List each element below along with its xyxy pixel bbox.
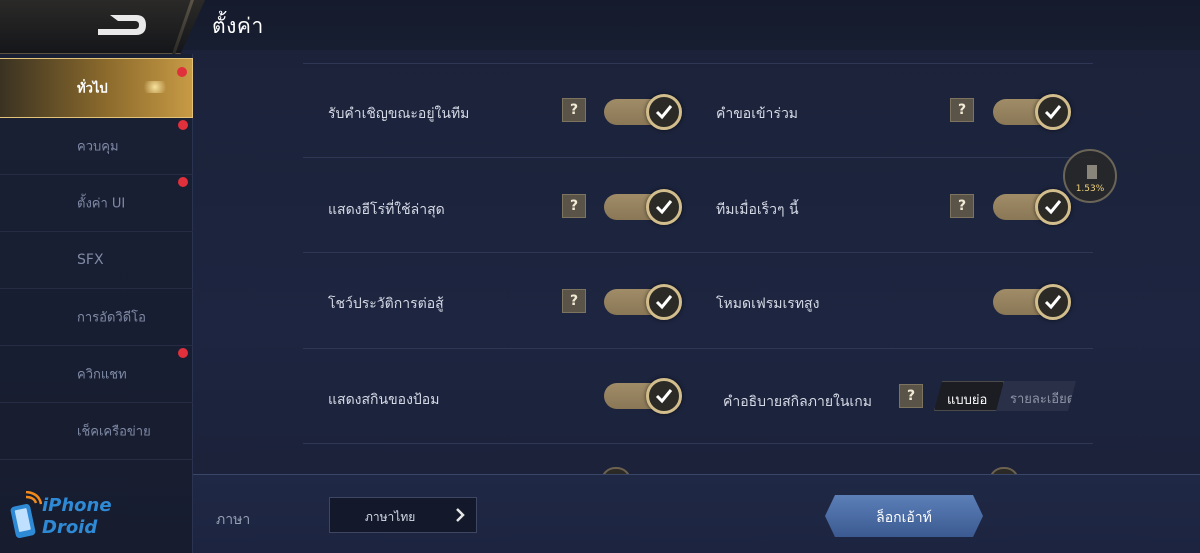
toggle-team-invite[interactable] <box>604 94 682 130</box>
divider <box>303 348 1093 349</box>
ping-percent: 1.53% <box>1075 184 1105 194</box>
toggle-high-frame-rate[interactable] <box>993 284 1071 320</box>
sidebar-item-label: SFX <box>77 252 104 268</box>
notification-badge <box>178 120 188 130</box>
back-arrow-icon <box>98 15 146 35</box>
sidebar-item-label: การอัดวิดีโอ <box>77 310 146 326</box>
sidebar-item-label: ควบคุม <box>77 139 119 155</box>
divider <box>303 157 1093 158</box>
logout-button[interactable]: ล็อกเอ้าท์ <box>825 495 983 537</box>
skill-description-selector[interactable]: รายละเอียด แบบย่อ <box>934 381 1076 411</box>
option-detailed[interactable]: รายละเอียด <box>996 381 1076 411</box>
next-row-toggle-partial <box>989 467 1019 474</box>
checkmark-icon <box>1035 284 1071 320</box>
notification-badge <box>177 67 187 77</box>
sidebar-item-label: ตั้งค่า UI <box>77 196 126 212</box>
checkmark-icon <box>646 94 682 130</box>
setting-label: โชว์ประวัติการต่อสู้ <box>328 296 444 312</box>
help-button[interactable]: ? <box>562 194 586 218</box>
sidebar: ทั่วไป ควบคุม ตั้งค่า UI SFX การอัดวิดีโ… <box>0 54 193 553</box>
help-button[interactable]: ? <box>562 98 586 122</box>
sidebar-item-label: ทั่วไป <box>77 81 108 97</box>
toggle-recent-heroes[interactable] <box>604 189 682 225</box>
toggle-join-request[interactable] <box>993 94 1071 130</box>
toggle-battle-history[interactable] <box>604 284 682 320</box>
setting-label: รับคำเชิญขณะอยู่ในทีม <box>328 106 470 122</box>
divider <box>303 252 1093 253</box>
option-label: แบบย่อ <box>947 393 988 408</box>
next-row-toggle-partial <box>601 467 631 474</box>
checkmark-icon <box>646 378 682 414</box>
sidebar-item-label: เช็คเครือข่าย <box>77 424 151 440</box>
divider <box>303 63 1093 64</box>
sidebar-item-label: ควิกแชท <box>77 367 127 383</box>
toggle-tower-skin[interactable] <box>604 378 682 414</box>
logout-label: ล็อกเอ้าท์ <box>876 510 932 526</box>
sidebar-item-quick-chat[interactable]: ควิกแชท <box>0 346 193 403</box>
language-label: ภาษา <box>216 512 251 528</box>
sidebar-item-video-recording[interactable]: การอัดวิดีโอ <box>0 289 193 346</box>
bottom-bar: ภาษา ภาษาไทย ล็อกเอ้าท์ <box>193 474 1200 553</box>
sparkle-decoration <box>140 81 170 93</box>
watermark-line2: Droid <box>42 517 98 538</box>
checkmark-icon <box>1035 189 1071 225</box>
settings-content[interactable]: รับคำเชิญขณะอยู่ในทีม ? คำขอเข้าร่วม ? แ… <box>213 54 1200 474</box>
option-brief[interactable]: แบบย่อ <box>934 381 1004 411</box>
help-button[interactable]: ? <box>899 384 923 408</box>
sidebar-item-network-check[interactable]: เช็คเครือข่าย <box>0 403 193 460</box>
setting-label: แสดงฮีโร่ที่ใช้ล่าสุด <box>328 202 445 218</box>
notification-badge <box>178 348 188 358</box>
back-button[interactable] <box>0 0 205 54</box>
page-title: ตั้งค่า <box>212 14 264 38</box>
watermark-logo: iPhone Droid <box>8 487 118 549</box>
option-label: รายละเอียด <box>1010 392 1076 407</box>
setting-label: คำอธิบายสกิลภายในเกม <box>723 394 872 410</box>
signal-icon <box>1087 165 1097 179</box>
watermark-line1: iPhone <box>42 495 112 516</box>
setting-label: คำขอเข้าร่วม <box>716 106 799 122</box>
help-button[interactable]: ? <box>562 289 586 313</box>
setting-label: แสดงสกินของป้อม <box>328 392 440 408</box>
setting-label: ทีมเมื่อเร็วๆ นี้ <box>716 202 799 218</box>
divider <box>303 443 1093 444</box>
checkmark-icon <box>646 189 682 225</box>
sidebar-item-ui-settings[interactable]: ตั้งค่า UI <box>0 175 193 232</box>
notification-badge <box>178 177 188 187</box>
help-button[interactable]: ? <box>950 98 974 122</box>
ping-indicator[interactable]: 1.53% <box>1063 149 1117 203</box>
language-select[interactable]: ภาษาไทย <box>329 497 477 533</box>
sidebar-item-controls[interactable]: ควบคุม <box>0 118 193 175</box>
phone-icon <box>10 491 42 538</box>
setting-label: โหมดเฟรมเรทสูง <box>716 296 820 312</box>
top-bar: ตั้งค่า <box>0 0 1200 54</box>
sidebar-item-sfx[interactable]: SFX <box>0 232 193 289</box>
language-value: ภาษาไทย <box>365 510 416 524</box>
sidebar-item-general[interactable]: ทั่วไป <box>0 58 193 118</box>
settings-screen: ตั้งค่า ทั่วไป ควบคุม ตั้งค่า UI SFX การ… <box>0 0 1200 553</box>
checkmark-icon <box>1035 94 1071 130</box>
chevron-right-icon <box>456 508 465 522</box>
toggle-recent-team[interactable] <box>993 189 1071 225</box>
help-button[interactable]: ? <box>950 194 974 218</box>
checkmark-icon <box>646 284 682 320</box>
